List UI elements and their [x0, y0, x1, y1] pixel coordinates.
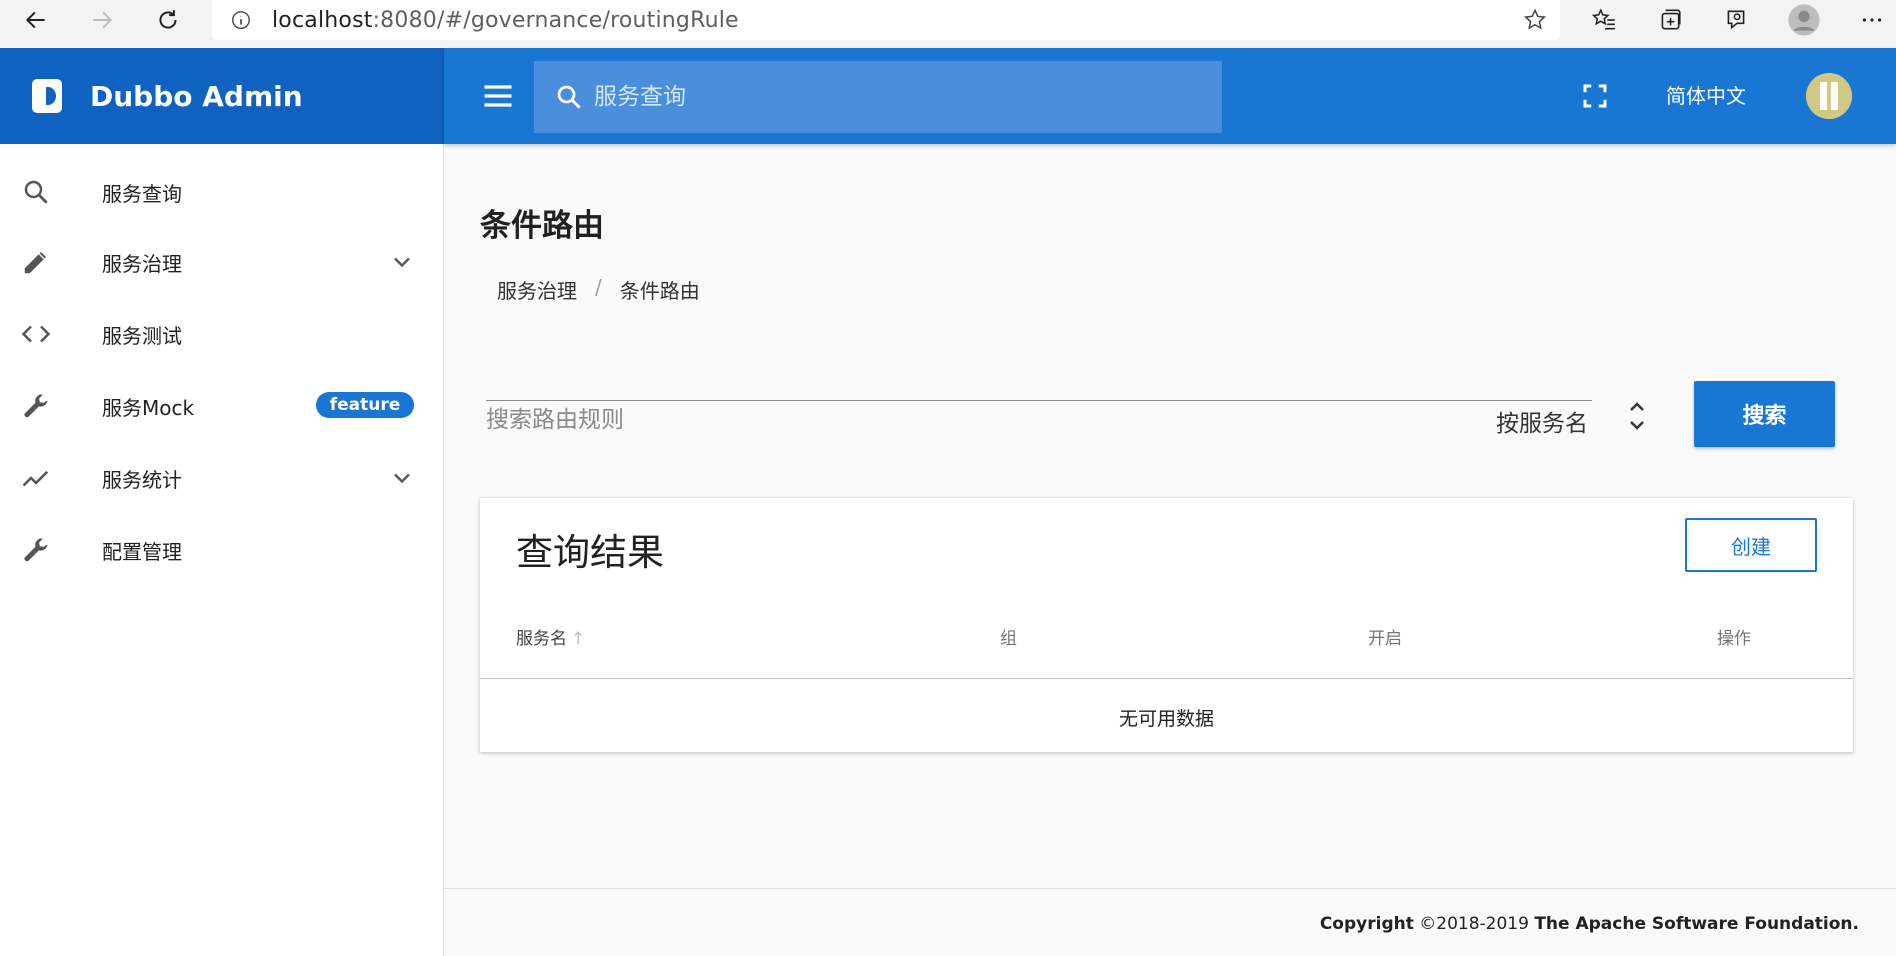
search-icon	[20, 176, 52, 208]
breadcrumb-separator: /	[595, 275, 602, 299]
page-title: 条件路由	[480, 208, 604, 244]
dubbo-logo-icon	[32, 79, 62, 113]
code-icon	[20, 318, 52, 350]
sidebar-item-label: 服务统计	[102, 467, 182, 492]
star-icon[interactable]	[1522, 7, 1548, 33]
sidebar-item-service-governance[interactable]: 服务治理	[0, 230, 444, 294]
fullscreen-icon[interactable]	[1580, 81, 1610, 111]
feature-badge: feature	[316, 392, 414, 418]
sidebar-item-label: 服务Mock	[102, 395, 195, 420]
search-icon	[557, 85, 581, 109]
unfold-icon[interactable]	[1625, 396, 1649, 436]
feedback-button[interactable]	[1712, 0, 1760, 40]
column-header-actions: 操作	[1717, 629, 1751, 649]
user-avatar-icon	[1806, 73, 1852, 119]
favorites-icon	[1591, 8, 1615, 30]
search-type-select[interactable]: 按服务名	[1496, 404, 1588, 438]
forward-button[interactable]	[78, 0, 126, 40]
results-title: 查询结果	[516, 531, 664, 574]
sidebar-item-config-management[interactable]: 配置管理	[0, 518, 444, 582]
arrow-up-icon: ↑	[571, 629, 586, 649]
create-button[interactable]: 创建	[1685, 518, 1817, 572]
collections-icon	[1661, 9, 1681, 30]
profile-button[interactable]	[1780, 0, 1828, 40]
results-card: 查询结果 创建 服务名 ↑ 组 开启 操作 无可用数据	[480, 498, 1853, 752]
footer: Copyright ©2018-2019 The Apache Software…	[1319, 914, 1859, 934]
app-brand: Dubbo Admin	[90, 79, 303, 113]
column-header-service[interactable]: 服务名 ↑	[516, 624, 585, 649]
global-search[interactable]	[534, 61, 1222, 133]
arrow-right-icon	[93, 11, 113, 29]
footer-divider	[444, 888, 1896, 889]
table-divider	[480, 678, 1853, 679]
chevron-down-icon[interactable]	[388, 464, 416, 492]
browser-toolbar: localhost:8080/#/governance/routingRule	[0, 0, 1896, 48]
address-bar[interactable]: localhost:8080/#/governance/routingRule	[212, 0, 1560, 40]
sidebar-item-label: 配置管理	[102, 539, 182, 564]
pencil-icon	[20, 246, 52, 278]
empty-table-message: 无可用数据	[1118, 708, 1214, 730]
sidebar: 服务查询 服务治理 服务测试 服务Mock feature 服务统计 配置管理	[0, 144, 444, 956]
chevron-down-icon[interactable]	[388, 248, 416, 276]
avatar[interactable]	[1806, 73, 1852, 119]
url-text: localhost:8080/#/governance/routingRule	[272, 7, 739, 33]
sidebar-item-service-search[interactable]: 服务查询	[0, 160, 444, 224]
info-icon	[232, 11, 250, 29]
search-input-underline	[486, 400, 1592, 401]
column-header-enabled: 开启	[1368, 629, 1402, 649]
collections-button[interactable]	[1646, 0, 1694, 40]
sidebar-item-label: 服务测试	[102, 323, 182, 348]
feedback-icon	[1727, 10, 1745, 30]
route-rule-search-input[interactable]	[486, 402, 1186, 438]
more-button[interactable]	[1848, 0, 1896, 40]
profile-icon	[1788, 4, 1820, 36]
sidebar-item-service-statistics[interactable]: 服务统计	[0, 446, 444, 510]
menu-icon[interactable]	[480, 78, 516, 114]
sidebar-item-service-test[interactable]: 服务测试	[0, 302, 444, 366]
trending-up-icon	[20, 462, 52, 494]
sidebar-header: Dubbo Admin	[0, 48, 444, 144]
global-search-input[interactable]	[594, 77, 1194, 117]
wrench-icon	[20, 390, 52, 422]
wrench-icon	[20, 534, 52, 566]
back-button[interactable]	[12, 0, 60, 40]
search-button[interactable]: 搜索	[1694, 381, 1835, 447]
refresh-icon	[159, 10, 177, 29]
more-horizontal-icon	[1862, 18, 1882, 22]
reload-button[interactable]	[144, 0, 192, 40]
column-header-group: 组	[1000, 629, 1017, 649]
language-switcher[interactable]: 简体中文	[1666, 80, 1746, 109]
app-bar: 简体中文	[444, 48, 1896, 144]
sidebar-item-label: 服务查询	[102, 181, 182, 206]
breadcrumb-item-current: 条件路由	[619, 279, 700, 303]
arrow-left-icon	[25, 11, 45, 29]
sidebar-item-service-mock[interactable]: 服务Mock feature	[0, 374, 444, 438]
breadcrumb: 服务治理 / 条件路由	[497, 275, 700, 304]
breadcrumb-item[interactable]: 服务治理	[497, 275, 577, 304]
sidebar-item-label: 服务治理	[102, 251, 182, 276]
favorites-button[interactable]	[1580, 0, 1628, 40]
